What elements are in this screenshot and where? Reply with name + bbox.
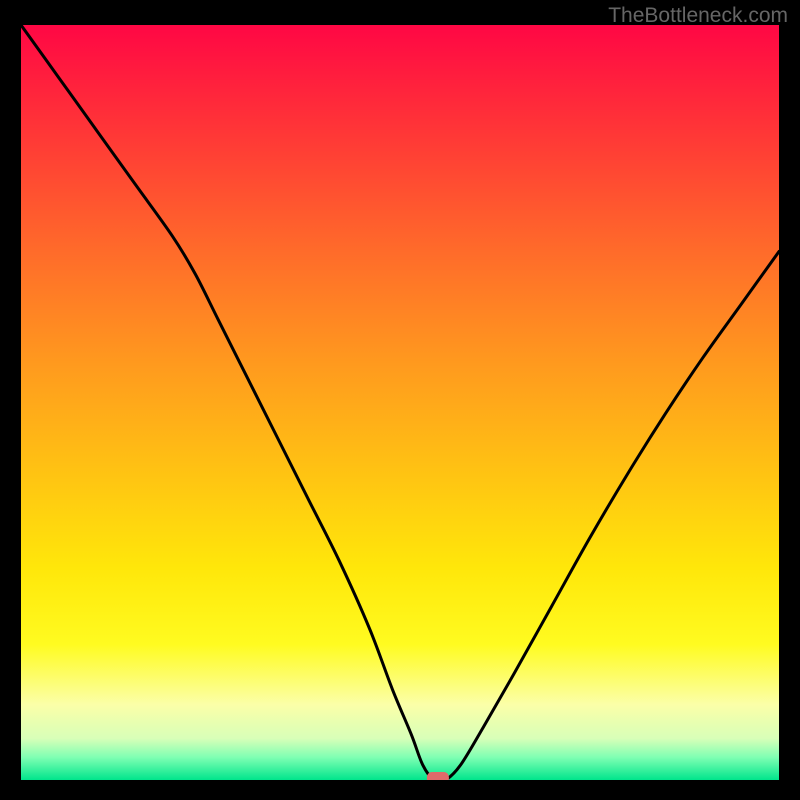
chart-frame: TheBottleneck.com bbox=[0, 0, 800, 800]
bottleneck-chart bbox=[21, 25, 779, 780]
chart-background bbox=[21, 25, 779, 780]
optimal-marker bbox=[427, 772, 449, 780]
watermark-label: TheBottleneck.com bbox=[608, 4, 788, 28]
chart-svg bbox=[21, 25, 779, 780]
